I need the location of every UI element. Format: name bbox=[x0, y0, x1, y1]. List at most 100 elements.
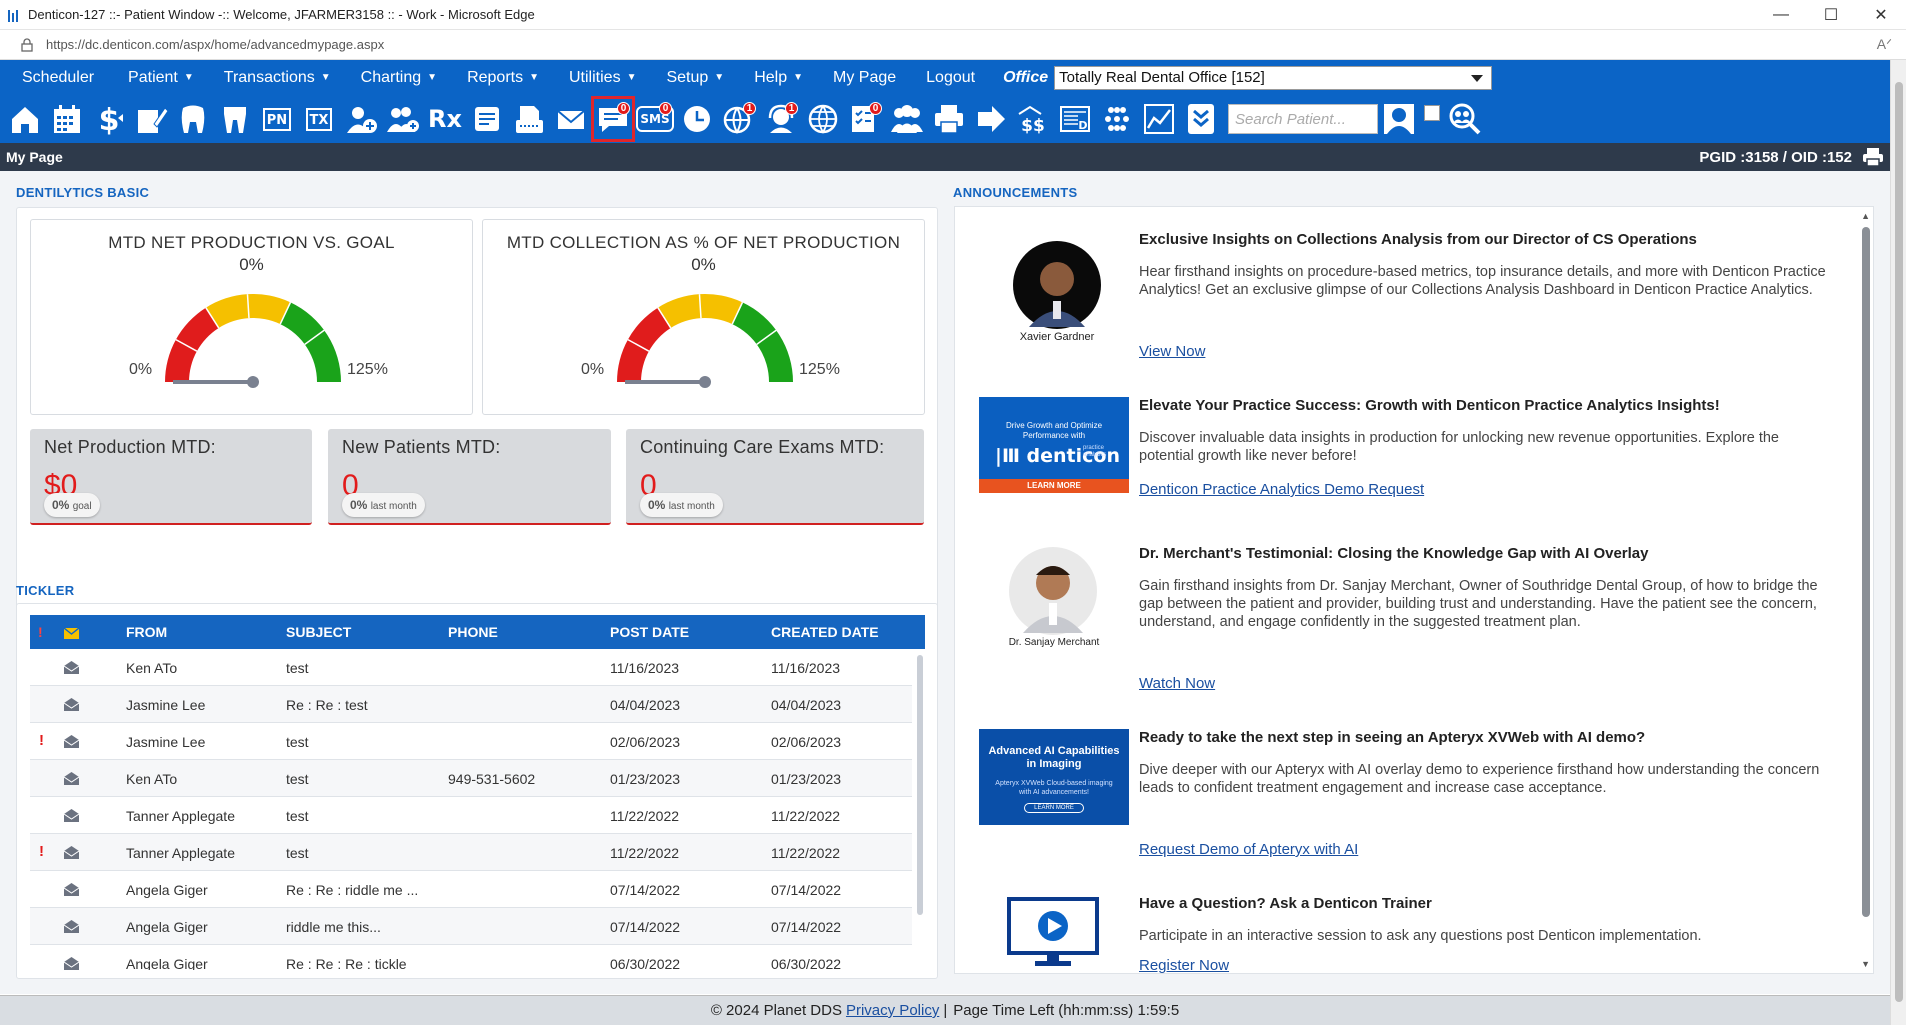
menu-patient[interactable]: Patient ▼ bbox=[116, 60, 206, 95]
practice-analytics-banner[interactable]: Drive Growth and Optimize Performance wi… bbox=[979, 397, 1129, 493]
double-chevron-down-icon[interactable] bbox=[1180, 97, 1222, 141]
maximize-button[interactable]: ☐ bbox=[1806, 0, 1856, 30]
open-envelope-icon bbox=[63, 883, 80, 899]
apteryx-demo-link[interactable]: Request Demo of Apteryx with AI bbox=[1139, 841, 1358, 858]
menu-my-page[interactable]: My Page bbox=[821, 60, 908, 95]
billing-icon[interactable]: $$ bbox=[1012, 97, 1054, 141]
search-option-checkbox[interactable] bbox=[1424, 105, 1440, 121]
minimize-button[interactable]: — bbox=[1756, 0, 1806, 30]
subject-cell: test bbox=[286, 845, 309, 861]
print-icon[interactable] bbox=[1862, 147, 1884, 167]
menu-logout[interactable]: Logout bbox=[914, 60, 987, 95]
tickler-row[interactable]: Angela Giger Re : Re : Re : tickle 06/30/2… bbox=[30, 945, 912, 970]
menu-reports[interactable]: Reports ▼ bbox=[455, 60, 551, 95]
video-play-icon[interactable] bbox=[1007, 897, 1099, 972]
message-icon[interactable]: 0 bbox=[591, 96, 635, 142]
line-chart-icon[interactable] bbox=[1138, 97, 1180, 141]
register-now-link[interactable]: Register Now bbox=[1139, 957, 1229, 973]
privacy-policy-link[interactable]: Privacy Policy bbox=[846, 1002, 939, 1019]
open-envelope-icon bbox=[63, 957, 80, 970]
network-globe-icon[interactable] bbox=[802, 97, 844, 141]
open-envelope-icon bbox=[63, 698, 80, 714]
address-bar: https://dc.denticon.com/aspx/home/advanc… bbox=[0, 30, 1906, 60]
arrow-right-icon[interactable] bbox=[970, 97, 1012, 141]
gauge-card-net-production: MTD NET PRODUCTION VS. GOAL 0% 0% 125% bbox=[30, 219, 473, 415]
statement-icon[interactable]: D bbox=[1054, 97, 1096, 141]
office-select[interactable]: Totally Real Dental Office [152] bbox=[1054, 65, 1493, 90]
kpi-title: Continuing Care Exams MTD: bbox=[640, 437, 885, 457]
tickler-row[interactable]: Tanner Applegate test 11/22/2022 11/22/2022 bbox=[30, 797, 912, 834]
tickler-row[interactable]: Ken ATo test 949-531-5602 01/23/2023 01/23/2… bbox=[30, 760, 912, 797]
open-envelope-icon bbox=[63, 735, 80, 751]
mail-icon[interactable] bbox=[550, 97, 592, 141]
priority-header[interactable]: ! bbox=[38, 624, 43, 640]
group-search-icon[interactable] bbox=[1444, 97, 1486, 141]
kpi-net-production: Net Production MTD: $0 0% goal bbox=[30, 429, 312, 525]
from-header[interactable]: FROM bbox=[126, 624, 167, 640]
post-date-cell: 06/30/2022 bbox=[610, 956, 681, 970]
notes-icon[interactable] bbox=[466, 97, 508, 141]
subject-header[interactable]: SUBJECT bbox=[286, 624, 351, 640]
announcements-title: ANNOUNCEMENTS bbox=[953, 185, 1078, 200]
menu-transactions[interactable]: Transactions ▼ bbox=[212, 60, 343, 95]
apteryx-banner[interactable]: Advanced AI Capabilities in Imaging Apte… bbox=[979, 729, 1129, 825]
add-patient-icon[interactable] bbox=[340, 97, 382, 141]
menu-charting[interactable]: Charting ▼ bbox=[349, 60, 449, 95]
demo-request-link[interactable]: Denticon Practice Analytics Demo Request bbox=[1139, 481, 1424, 498]
tickler-row[interactable]: Ken ATo test 11/16/2023 11/16/2023 bbox=[30, 649, 912, 686]
dollar-icon[interactable]: $ bbox=[88, 97, 130, 141]
search-patient-input[interactable]: Search Patient... bbox=[1228, 104, 1378, 134]
chevron-down-icon: ▼ bbox=[626, 72, 637, 83]
patient-search-icon[interactable] bbox=[1378, 97, 1420, 141]
menu-help[interactable]: Help ▼ bbox=[742, 60, 815, 95]
tooth-chart-icon[interactable] bbox=[214, 97, 256, 141]
menu-utilities[interactable]: Utilities ▼ bbox=[557, 60, 648, 95]
icon-toolbar: $ PN TX Rx 0 SMS 0 1 1 0 $$ D Search Patient... bbox=[0, 95, 1890, 143]
url-field[interactable]: https://dc.denticon.com/aspx/home/advanc… bbox=[46, 37, 384, 52]
tickler-row[interactable]: Angela Giger Re : Re : riddle me ... 07/14… bbox=[30, 871, 912, 908]
tx-icon[interactable]: TX bbox=[298, 97, 340, 141]
post-date-header[interactable]: POST DATE bbox=[610, 624, 689, 640]
menu-setup[interactable]: Setup ▼ bbox=[654, 60, 736, 95]
announcements-scrollbar[interactable] bbox=[1862, 227, 1870, 917]
sms-icon[interactable]: SMS 0 bbox=[634, 97, 676, 141]
tickler-row[interactable]: Jasmine Lee Re : Re : test 04/04/2023 04/04… bbox=[30, 686, 912, 723]
globe-alert-icon[interactable]: 1 bbox=[718, 97, 760, 141]
clock-icon[interactable] bbox=[676, 97, 718, 141]
menu-scheduler[interactable]: Scheduler bbox=[10, 60, 106, 95]
home-icon[interactable] bbox=[4, 97, 46, 141]
watch-now-link[interactable]: Watch Now bbox=[1139, 675, 1215, 692]
envelope-icon[interactable] bbox=[63, 626, 80, 642]
tickler-row[interactable]: Angela Giger riddle me this... 07/14/2022 0… bbox=[30, 908, 912, 945]
open-envelope-icon bbox=[63, 920, 80, 936]
phone-header[interactable]: PHONE bbox=[448, 624, 498, 640]
pn-icon[interactable]: PN bbox=[256, 97, 298, 141]
page-scrollbar-thumb[interactable] bbox=[1895, 82, 1903, 1002]
fax-icon[interactable] bbox=[508, 97, 550, 141]
kpi-percent-pill: 0% last month bbox=[640, 493, 723, 517]
checklist-icon[interactable]: 0 bbox=[844, 97, 886, 141]
subject-cell: Re : Re : Re : tickle bbox=[286, 956, 407, 970]
calendar-icon[interactable] bbox=[46, 97, 88, 141]
tickler-row[interactable]: ! Tanner Applegate test 11/22/2022 11/22/202… bbox=[30, 834, 912, 871]
apps-icon[interactable] bbox=[1096, 97, 1138, 141]
group-icon[interactable] bbox=[886, 97, 928, 141]
view-now-link[interactable]: View Now bbox=[1139, 343, 1205, 360]
printer-icon[interactable] bbox=[928, 97, 970, 141]
tickler-row[interactable]: ! Jasmine Lee test 02/06/2023 02/06/2023 bbox=[30, 723, 912, 760]
announcements-panel: ▲ ▼ Xavier Gardner Exclusive Insights on… bbox=[954, 206, 1874, 974]
tickler-scrollbar[interactable] bbox=[917, 655, 923, 915]
clipboard-edit-icon[interactable] bbox=[130, 97, 172, 141]
rx-icon[interactable]: Rx bbox=[424, 97, 466, 141]
tooth-icon[interactable] bbox=[172, 97, 214, 141]
scroll-down-arrow-icon[interactable]: ▼ bbox=[1861, 959, 1870, 969]
support-icon[interactable]: 1 bbox=[760, 97, 802, 141]
scroll-up-arrow-icon[interactable]: ▲ bbox=[1861, 211, 1870, 221]
close-window-button[interactable]: ✕ bbox=[1856, 0, 1906, 30]
post-date-cell: 04/04/2023 bbox=[610, 697, 681, 713]
page-scrollbar[interactable] bbox=[1890, 60, 1906, 1025]
announcement-heading: Ready to take the next step in seeing an… bbox=[1139, 729, 1646, 746]
add-family-icon[interactable] bbox=[382, 97, 424, 141]
read-aloud-icon[interactable]: Aᐟ bbox=[1877, 36, 1892, 53]
created-date-header[interactable]: CREATED DATE bbox=[771, 624, 879, 640]
